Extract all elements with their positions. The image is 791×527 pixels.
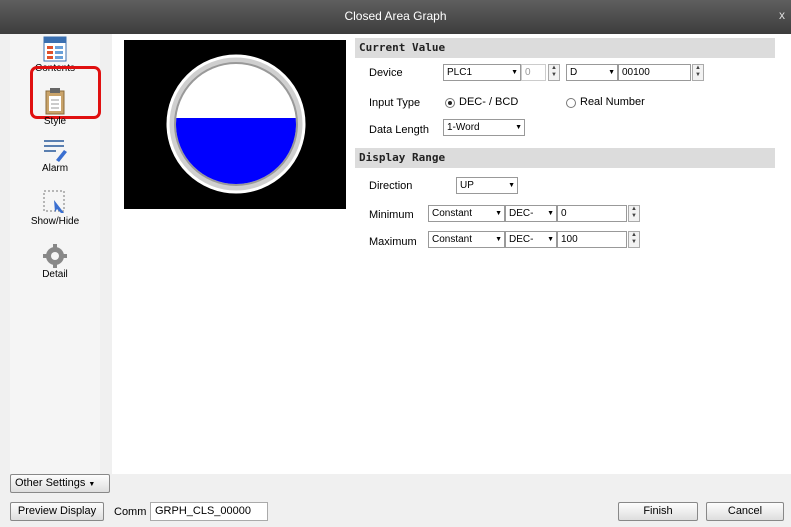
chevron-down-icon: ▼ <box>511 69 518 76</box>
input-type-dec-radio[interactable] <box>445 98 455 108</box>
comment-input[interactable]: GRPH_CLS_00000 <box>150 502 268 521</box>
sidebar-item-label: Show/Hide <box>30 216 80 227</box>
window-title: Closed Area Graph <box>344 9 447 23</box>
device-address-value: 00100 <box>622 67 650 78</box>
chevron-down-icon: ▼ <box>547 236 554 243</box>
maximum-source-value: Constant <box>432 234 473 245</box>
style-icon <box>45 88 65 115</box>
other-settings-label: Other Settings <box>15 477 86 489</box>
minimum-format-select[interactable]: DEC- ▼ <box>505 205 557 222</box>
alarm-icon <box>44 140 67 162</box>
maximum-format-value: DEC- <box>509 234 534 245</box>
minimum-source-value: Constant <box>432 208 473 219</box>
finish-button[interactable]: Finish <box>618 502 698 521</box>
maximum-label: Maximum <box>369 236 417 248</box>
maximum-spinner[interactable]: ▲ ▼ <box>628 231 640 248</box>
chevron-down-icon: ▼ <box>495 210 502 217</box>
sidebar-item-label: Style <box>43 116 67 127</box>
chevron-down-icon: ▼ <box>495 236 502 243</box>
cancel-button[interactable]: Cancel <box>706 502 784 521</box>
detail-icon <box>43 244 67 268</box>
chevron-down-icon: ▼ <box>508 182 515 189</box>
contents-icon <box>43 36 67 62</box>
minimum-source-select[interactable]: Constant ▼ <box>428 205 505 222</box>
direction-value: UP <box>460 180 474 191</box>
minimum-value-field[interactable]: 0 <box>557 205 627 222</box>
device-plc-value: PLC1 <box>447 67 473 78</box>
device-label: Device <box>369 67 403 79</box>
closed-area-graph-shape <box>166 54 306 194</box>
device-address-field[interactable]: 00100 <box>618 64 691 81</box>
direction-label: Direction <box>369 180 413 192</box>
data-length-select[interactable]: 1-Word ▼ <box>443 119 525 136</box>
address-spinner[interactable]: ▲ ▼ <box>692 64 704 81</box>
minimum-spinner[interactable]: ▲ ▼ <box>628 205 640 222</box>
maximum-value-field[interactable]: 100 <box>557 231 627 248</box>
graph-preview <box>124 40 346 209</box>
sidebar-item-style[interactable]: Style <box>10 87 100 127</box>
input-type-dec-label: DEC- / BCD <box>459 96 519 108</box>
current-value-heading: Current Value <box>355 38 775 58</box>
minimum-format-value: DEC- <box>509 208 534 219</box>
maximum-format-select[interactable]: DEC- ▼ <box>505 231 557 248</box>
station-spinner: ▲ ▼ <box>548 64 560 81</box>
chevron-down-icon: ▼ <box>608 69 615 76</box>
sidebar-item-label: Alarm <box>41 163 69 174</box>
title-bar: Closed Area Graph x <box>0 0 791 34</box>
device-type-select[interactable]: D ▼ <box>566 64 618 81</box>
comm-label: Comm <box>114 506 147 518</box>
sidebar-item-show-hide[interactable]: Show/Hide <box>10 189 100 227</box>
minimum-label: Minimum <box>369 209 414 221</box>
data-length-label: Data Length <box>369 124 429 136</box>
device-plc-select[interactable]: PLC1 ▼ <box>443 64 521 81</box>
display-range-heading: Display Range <box>355 148 775 168</box>
device-type-value: D <box>570 67 578 78</box>
chevron-down-icon: ▼ <box>547 210 554 217</box>
input-type-real-label: Real Number <box>580 96 645 108</box>
maximum-value: 100 <box>561 234 578 245</box>
show-hide-icon <box>43 190 65 213</box>
minimum-value: 0 <box>561 208 567 219</box>
chevron-down-icon: ▼ <box>515 124 522 131</box>
data-length-value: 1-Word <box>447 122 480 133</box>
sidebar-item-alarm[interactable]: Alarm <box>10 138 100 174</box>
input-type-real-radio[interactable] <box>566 98 576 108</box>
sidebar: Contents Style Alarm Show/Hide Detail <box>10 34 101 474</box>
device-station-value: 0 <box>525 67 531 78</box>
direction-select[interactable]: UP ▼ <box>456 177 518 194</box>
preview-display-button[interactable]: Preview Display <box>10 502 104 521</box>
other-settings-button[interactable]: Other Settings ▼ <box>10 474 110 493</box>
maximum-source-select[interactable]: Constant ▼ <box>428 231 505 248</box>
bottom-bar: Other Settings ▼ Preview Display Comm GR… <box>0 474 791 527</box>
chevron-down-icon: ▼ <box>88 481 96 488</box>
close-button[interactable]: x <box>779 8 785 22</box>
sidebar-item-detail[interactable]: Detail <box>10 244 100 280</box>
device-station-field: 0 <box>521 64 546 81</box>
input-type-label: Input Type <box>369 97 421 109</box>
sidebar-item-label: Detail <box>42 269 68 280</box>
